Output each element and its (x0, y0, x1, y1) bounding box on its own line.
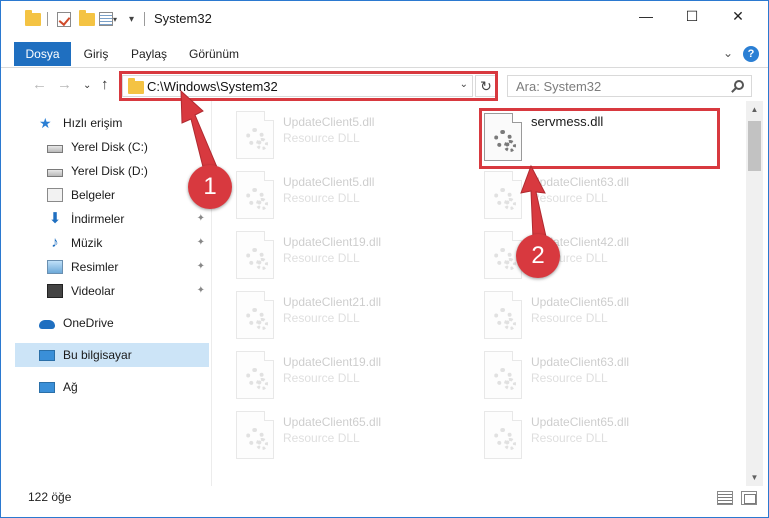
callout-badge-2: 2 (516, 234, 560, 278)
arrow-2-icon (520, 164, 548, 242)
explorer-window: ▾ ▾ System32 — ☐ ✕ Dosya Giriş Paylaş Gö… (0, 0, 769, 518)
callout-arrows (180, 89, 548, 242)
callout-badge-1: 1 (188, 165, 232, 209)
